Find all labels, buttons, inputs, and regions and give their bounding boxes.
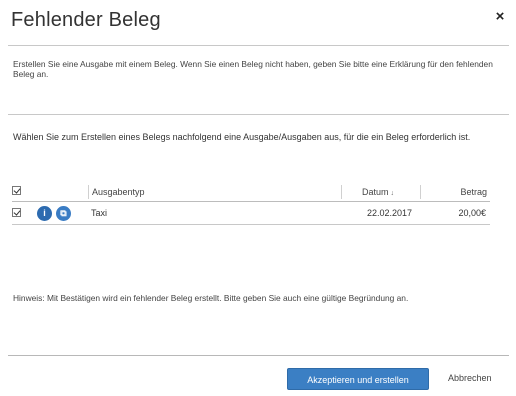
row-icons: i ⧉	[37, 206, 71, 221]
row-checkbox[interactable]	[12, 208, 21, 220]
column-header-label: Betrag	[460, 187, 487, 197]
expense-type: Taxi	[91, 208, 108, 218]
column-header-datum[interactable]: Datum ↓	[341, 185, 432, 199]
intro-text: Erstellen Sie eine Ausgabe mit einem Bel…	[13, 59, 493, 79]
checkbox-icon	[12, 208, 21, 217]
column-header-betrag[interactable]: Betrag	[420, 185, 491, 199]
close-icon[interactable]: ×	[493, 9, 507, 24]
divider	[8, 114, 509, 115]
table-row[interactable]: i ⧉ Taxi 22.02.2017 20,00€	[12, 202, 490, 225]
accept-create-button[interactable]: Akzeptieren und erstellen	[287, 368, 429, 390]
divider	[8, 45, 509, 46]
instruction-text: Wählen Sie zum Erstellen eines Belegs na…	[13, 132, 471, 142]
expense-amount: 20,00€	[458, 208, 486, 218]
divider	[8, 355, 509, 356]
select-all-checkbox[interactable]	[12, 185, 26, 199]
dialog-title: Fehlender Beleg	[11, 9, 161, 31]
checkbox-icon	[12, 186, 21, 195]
sort-arrow-icon: ↓	[390, 190, 395, 197]
column-header-ausgabe[interactable]: Ausgabentyp	[88, 185, 342, 199]
footer-note: Hinweis: Mit Bestätigen wird ein fehlend…	[13, 293, 409, 303]
table-header: Ausgabentyp Datum ↓ Betrag	[12, 182, 490, 202]
column-header-label: Ausgabentyp	[92, 187, 145, 197]
cancel-button[interactable]: Abbrechen	[448, 373, 492, 383]
copy-icon[interactable]: ⧉	[56, 206, 71, 221]
expense-date: 22.02.2017	[366, 208, 412, 218]
column-header-label: Datum	[362, 187, 389, 197]
info-icon[interactable]: i	[37, 206, 52, 221]
expense-table: Ausgabentyp Datum ↓ Betrag i ⧉ Taxi 22.02…	[12, 182, 490, 225]
missing-receipt-dialog: Fehlender Beleg × Erstellen Sie eine Aus…	[0, 0, 516, 396]
